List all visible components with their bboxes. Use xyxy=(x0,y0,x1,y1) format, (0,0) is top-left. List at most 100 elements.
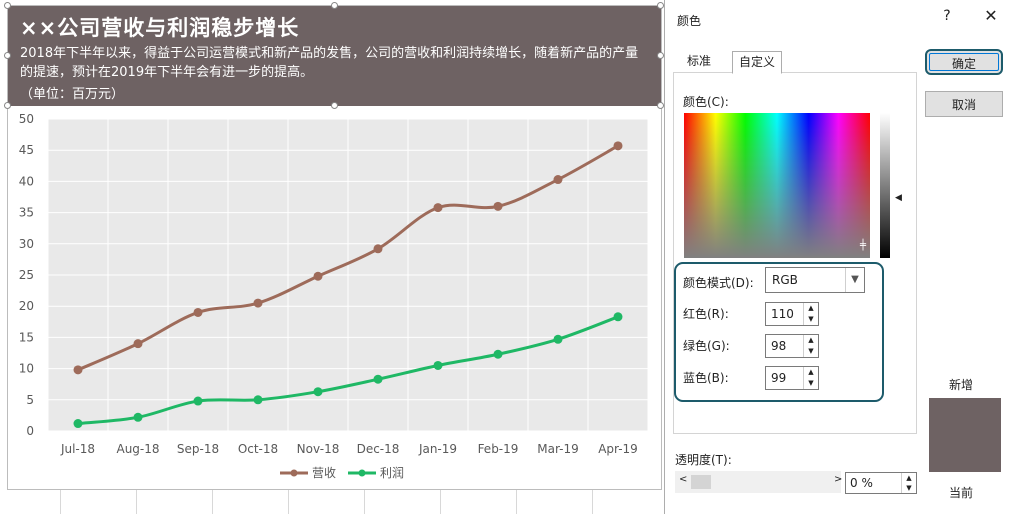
blue-field[interactable]: 99 ▲ ▼ xyxy=(765,366,819,390)
x-tick-label: Apr-19 xyxy=(598,442,638,456)
resize-handle[interactable] xyxy=(4,2,11,9)
transparency-slider[interactable]: < > xyxy=(675,471,842,493)
data-point xyxy=(193,396,203,406)
new-color-swatch xyxy=(929,398,1001,472)
data-point xyxy=(313,387,323,397)
y-tick-label: 45 xyxy=(19,143,34,157)
line-chart-plot: 0 5 10 15 20 25 30 35 40 45 50 Jul-18 Aug-18 Sep-18 Oc… xyxy=(19,112,649,480)
increment-icon[interactable]: ▲ xyxy=(804,367,818,378)
chart[interactable]: ××公司营收与利润稳步增长 2018年下半年以来，得益于公司运营模式和新产品的发… xyxy=(4,2,664,490)
x-tick-label: Feb-19 xyxy=(478,442,519,456)
increment-icon[interactable]: ▲ xyxy=(804,303,818,314)
resize-handle[interactable] xyxy=(4,52,11,59)
arrow-left-icon[interactable]: < xyxy=(679,474,687,485)
sheet-gridline xyxy=(440,490,441,514)
resize-handle[interactable] xyxy=(657,2,664,9)
y-tick-label: 15 xyxy=(19,330,34,344)
help-button[interactable]: ? xyxy=(937,8,957,24)
sheet-gridline xyxy=(364,490,365,514)
chevron-down-icon: ▼ xyxy=(845,268,864,292)
data-point xyxy=(433,203,443,213)
y-tick-label: 20 xyxy=(19,299,34,313)
luminance-slider[interactable] xyxy=(880,113,890,258)
data-point xyxy=(73,419,83,429)
data-point xyxy=(253,298,263,308)
red-label: 红色(R): xyxy=(683,307,729,321)
transparency-field[interactable]: 0 % ▲ ▼ xyxy=(845,472,917,494)
decrement-icon[interactable]: ▼ xyxy=(804,346,818,357)
data-point xyxy=(133,339,143,349)
green-value: 98 xyxy=(771,339,787,353)
increment-icon[interactable]: ▲ xyxy=(804,335,818,346)
data-point xyxy=(313,271,323,281)
slider-thumb[interactable] xyxy=(691,475,711,489)
blue-label: 蓝色(B): xyxy=(683,371,729,385)
color-mode-value: RGB xyxy=(772,273,798,287)
x-tick-label: Dec-18 xyxy=(357,442,400,456)
dialog-title: 颜色 xyxy=(677,14,702,28)
color-dialog: 颜色 ? ✕ 标准 自定义 颜色(C): ╪ ◀ 颜色模式(D): RGB ▼ … xyxy=(664,0,1016,514)
crosshair-icon: ╪ xyxy=(860,240,867,251)
data-point xyxy=(193,307,203,317)
data-point xyxy=(253,395,263,405)
x-tick-label: Aug-18 xyxy=(116,442,159,456)
cancel-button[interactable]: 取消 xyxy=(925,91,1003,117)
transparency-value: 0 % xyxy=(850,476,873,490)
luminance-arrow-icon[interactable]: ◀ xyxy=(895,193,902,203)
y-tick-label: 40 xyxy=(19,174,34,188)
sheet-gridline xyxy=(592,490,593,514)
color-mode-label: 颜色模式(D): xyxy=(683,276,754,290)
legend-marker xyxy=(290,469,298,477)
legend-marker xyxy=(358,469,366,477)
red-field[interactable]: 110 ▲ ▼ xyxy=(765,302,819,326)
data-point xyxy=(373,244,383,254)
legend-label: 营收 xyxy=(312,466,336,480)
tab-standard[interactable]: 标准 xyxy=(681,51,717,72)
data-point xyxy=(553,334,563,344)
x-tick-label: Sep-18 xyxy=(177,442,219,456)
data-point xyxy=(493,349,503,359)
x-tick-label: Mar-19 xyxy=(537,442,578,456)
resize-handle[interactable] xyxy=(657,52,664,59)
color-mode-select[interactable]: RGB ▼ xyxy=(765,267,865,293)
decrement-icon[interactable]: ▼ xyxy=(804,378,818,389)
x-tick-label: Oct-18 xyxy=(238,442,278,456)
arrow-right-icon[interactable]: > xyxy=(834,474,842,485)
x-tick-label: Jan-19 xyxy=(418,442,457,456)
close-button[interactable]: ✕ xyxy=(979,6,1003,25)
sheet-gridline xyxy=(288,490,289,514)
data-point xyxy=(613,141,623,151)
data-point xyxy=(553,175,563,185)
resize-handle[interactable] xyxy=(331,2,338,9)
decrement-icon[interactable]: ▼ xyxy=(902,483,916,493)
red-value: 110 xyxy=(771,307,794,321)
blue-value: 99 xyxy=(771,371,787,385)
data-point xyxy=(133,412,143,422)
legend-label: 利润 xyxy=(380,466,404,480)
data-point xyxy=(73,365,83,375)
resize-handle[interactable] xyxy=(4,102,11,109)
y-tick-label: 35 xyxy=(19,206,34,220)
tab-custom[interactable]: 自定义 xyxy=(732,51,783,74)
y-tick-label: 5 xyxy=(26,393,34,407)
sheet-gridline xyxy=(212,490,213,514)
resize-handle[interactable] xyxy=(657,102,664,109)
decrement-icon[interactable]: ▼ xyxy=(804,314,818,325)
current-color-label: 当前 xyxy=(949,486,974,500)
increment-icon[interactable]: ▲ xyxy=(902,473,916,483)
sheet-gridline xyxy=(60,490,61,514)
data-point xyxy=(373,374,383,384)
transparency-label: 透明度(T): xyxy=(675,453,732,467)
green-field[interactable]: 98 ▲ ▼ xyxy=(765,334,819,358)
data-point xyxy=(433,360,443,370)
y-tick-label: 30 xyxy=(19,237,34,251)
new-color-label: 新增 xyxy=(949,378,974,392)
color-spectrum[interactable] xyxy=(684,113,870,258)
colors-label: 颜色(C): xyxy=(683,95,729,109)
y-tick-label: 25 xyxy=(19,268,34,282)
data-point xyxy=(613,312,623,322)
y-tick-label: 0 xyxy=(26,424,34,438)
data-point xyxy=(493,201,503,211)
resize-handle[interactable] xyxy=(331,102,338,109)
ok-button[interactable]: 确定 xyxy=(925,49,1003,75)
